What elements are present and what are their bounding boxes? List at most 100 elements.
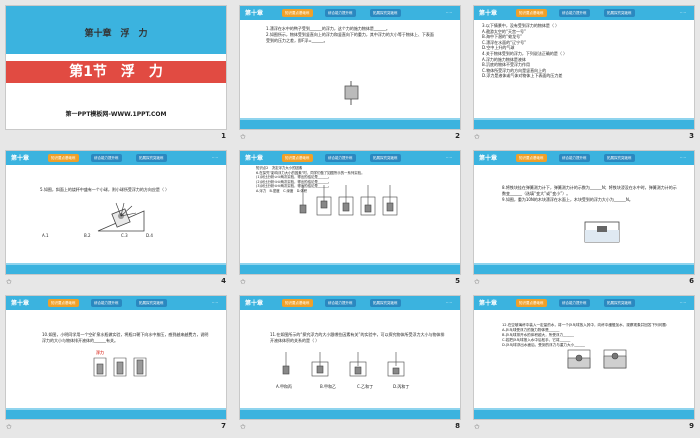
- slide-number: 3: [689, 132, 694, 140]
- question-text: 5.如图，斜面上的烧杯中盛有一个小球，则小球所受浮力的方向应是（ ）: [40, 187, 170, 192]
- tab-basic: 知识要点基础练: [282, 154, 313, 162]
- slide-number: 4: [221, 277, 226, 285]
- slide-header: 第十章 知识要点基础练 综合能力提升练 拓展探究突破练 -- --: [474, 151, 694, 165]
- slide-thumbnail-1[interactable]: 第十章 浮 力 第1节 浮 力 第一PPT模板网-WWW.1PPT.COM 1: [2, 2, 230, 148]
- chapter-label: 第十章: [11, 155, 30, 162]
- slide-number: 5: [455, 277, 460, 285]
- slide-canvas: 第十章 知识要点基础练 综合能力提升练 拓展探究突破练 -- -- 知识点2 决…: [239, 150, 461, 275]
- slide-canvas: 第十章 知识要点基础练 综合能力提升练 拓展探究突破练 -- -- 10.如图，…: [5, 295, 227, 420]
- star-icon: ✩: [6, 278, 12, 286]
- star-icon: ✩: [240, 278, 246, 286]
- tab-extension: 拓展探究突破练: [370, 154, 401, 162]
- slide-footer: [474, 118, 694, 129]
- slide-header: 第十章 知识要点基础练 综合能力提升练 拓展探究突破练 -- --: [6, 296, 226, 310]
- slide-footer: [474, 263, 694, 274]
- slide-canvas: 第十章 知识要点基础练 综合能力提升练 拓展探究突破练 -- -- 5.如图，斜…: [5, 150, 227, 275]
- slide-thumbnail-2[interactable]: 第十章 知识要点基础练 综合能力提升练 拓展探究突破练 -- -- 1.漂浮在水…: [236, 2, 464, 148]
- tab-extension: 拓展探究突破练: [604, 9, 635, 17]
- cube-diagram: [344, 81, 359, 105]
- tab-extension: 拓展探究突破练: [604, 299, 635, 307]
- tab-basic: 知识要点基础练: [516, 9, 547, 17]
- question-text: 10.如图，小明同学用一个空矿泉水瓶做实验，将瓶口朝下向水中按压，感到越来越费力…: [42, 332, 209, 343]
- star-icon: ✩: [6, 423, 12, 431]
- star-icon: ✩: [474, 278, 480, 286]
- slide-thumbnail-7[interactable]: 第十章 知识要点基础练 综合能力提升练 拓展探究突破练 -- -- 10.如图，…: [2, 292, 230, 438]
- question-text: 3.以下情景中，没有受到浮力的物体是（ ） A.遨游太空的“天宫一号” B.海中…: [482, 23, 568, 79]
- slide-number: 2: [455, 132, 460, 140]
- slide-header: 第十章 知识要点基础练 综合能力提升练 拓展探究突破练 -- --: [240, 6, 460, 20]
- slide-canvas: 第十章 浮 力 第1节 浮 力 第一PPT模板网-WWW.1PPT.COM: [5, 5, 227, 130]
- chapter-label: 第十章: [11, 300, 30, 307]
- star-icon: ✩: [474, 133, 480, 141]
- chapter-label: 第十章: [245, 155, 264, 162]
- slide-footer: [6, 263, 226, 274]
- option-a: A.1: [42, 233, 49, 238]
- slide-thumbnail-5[interactable]: 第十章 知识要点基础练 综合能力提升练 拓展探究突破练 -- -- 知识点2 决…: [236, 147, 464, 293]
- chapter-label: 第十章: [479, 10, 498, 17]
- page-marker: -- --: [445, 10, 452, 14]
- tab-advanced: 综合能力提升练: [91, 299, 122, 307]
- question-text: 12.在空玻璃杯中装入一定量的水，将一个乒乓球放入其中，向杯中缓慢加水，观察现象…: [502, 323, 670, 347]
- tab-basic: 知识要点基础练: [282, 9, 313, 17]
- tab-advanced: 综合能力提升练: [91, 154, 122, 162]
- tab-advanced: 综合能力提升练: [325, 9, 356, 17]
- page-marker: -- --: [211, 155, 218, 159]
- slide-canvas: 第十章 知识要点基础练 综合能力提升练 拓展探究突破练 -- -- 1.漂浮在水…: [239, 5, 461, 130]
- page-marker: -- --: [445, 300, 452, 304]
- slide-number: 1: [221, 132, 226, 140]
- slide-footer: [240, 263, 460, 274]
- chapter-label: 第十章: [245, 10, 264, 17]
- slide-header: 第十章 知识要点基础练 综合能力提升练 拓展探究突破练 -- --: [240, 151, 460, 165]
- slide-thumbnail-3[interactable]: 第十章 知识要点基础练 综合能力提升练 拓展探究突破练 -- -- 3.以下情景…: [470, 2, 698, 148]
- cover-chapter: 第十章 浮 力: [84, 29, 148, 39]
- option-d: D.丙和丁: [393, 384, 410, 389]
- slide-footer: [240, 118, 460, 129]
- slide-header: 第十章 知识要点基础练 综合能力提升练 拓展探究突破练 -- --: [474, 296, 694, 310]
- tab-extension: 拓展探究突破练: [136, 299, 167, 307]
- chapter-label: 第十章: [245, 300, 264, 307]
- slide-canvas: 第十章 知识要点基础练 综合能力提升练 拓展探究突破练 -- -- 11.在如图…: [239, 295, 461, 420]
- star-icon: ✩: [240, 133, 246, 141]
- slide-number: 8: [455, 422, 460, 430]
- question-text: 1.漂浮在水中的鸭子受到______的浮力，这个力的施力物体是______。 2…: [266, 26, 434, 43]
- slide-canvas: 第十章 知识要点基础练 综合能力提升练 拓展探究突破练 -- -- 3.以下情景…: [473, 5, 695, 130]
- experiment-diagram: [299, 185, 398, 216]
- incline-beaker-diagram: [97, 202, 145, 232]
- tab-advanced: 综合能力提升练: [325, 299, 356, 307]
- bottle-diagram: [93, 357, 147, 377]
- slide-thumbnail-9[interactable]: 第十章 知识要点基础练 综合能力提升练 拓展探究突破练 -- -- 12.在空玻…: [470, 292, 698, 438]
- slide-footer: [6, 408, 226, 419]
- option-b: B.甲和乙: [320, 384, 337, 389]
- cover-site: 第一PPT模板网-WWW.1PPT.COM: [65, 111, 167, 118]
- option-b: B.2: [84, 233, 91, 238]
- tab-basic: 知识要点基础练: [282, 299, 313, 307]
- slide-number: 7: [221, 422, 226, 430]
- cup-ball-diagram: [567, 349, 627, 369]
- slide-footer: [240, 408, 460, 419]
- page-marker: -- --: [211, 300, 218, 304]
- page-marker: -- --: [679, 10, 686, 14]
- slide-footer: [474, 408, 694, 419]
- option-a: A.甲和丙: [276, 384, 292, 389]
- tab-extension: 拓展探究突破练: [370, 9, 401, 17]
- question-text: 8.将铁块挂在弹簧测力计下，弹簧测力计的示数为______N；将铁块浸没在水中时…: [502, 185, 677, 202]
- slide-number: 9: [689, 422, 694, 430]
- option-c: C.3: [121, 233, 128, 238]
- page-marker: -- --: [679, 155, 686, 159]
- tab-basic: 知识要点基础练: [48, 299, 79, 307]
- tab-extension: 拓展探究突破练: [604, 154, 635, 162]
- question-text: 11.在如图所示的“探究浮力的大小跟哪些因素有关”的实验中，可以探究物体所受浮力…: [270, 332, 445, 343]
- slide-header: 第十章 知识要点基础练 综合能力提升练 拓展探究突破练 -- --: [474, 6, 694, 20]
- spring-scale-diagram: [282, 352, 405, 377]
- slide-header: 第十章 知识要点基础练 综合能力提升练 拓展探究突破练 -- --: [6, 151, 226, 165]
- water-tank-diagram: [584, 221, 620, 243]
- slide-thumbnail-8[interactable]: 第十章 知识要点基础练 综合能力提升练 拓展探究突破练 -- -- 11.在如图…: [236, 292, 464, 438]
- slide-thumbnail-6[interactable]: 第十章 知识要点基础练 综合能力提升练 拓展探究突破练 -- -- 8.将铁块挂…: [470, 147, 698, 293]
- chapter-label: 第十章: [479, 300, 498, 307]
- option-d: D.4: [146, 233, 153, 238]
- tab-basic: 知识要点基础练: [48, 154, 79, 162]
- slide-thumbnail-4[interactable]: 第十章 知识要点基础练 综合能力提升练 拓展探究突破练 -- -- 5.如图，斜…: [2, 147, 230, 293]
- tab-advanced: 综合能力提升练: [559, 299, 590, 307]
- page-marker: -- --: [445, 155, 452, 159]
- cover-title: 第1节 浮 力: [6, 61, 226, 83]
